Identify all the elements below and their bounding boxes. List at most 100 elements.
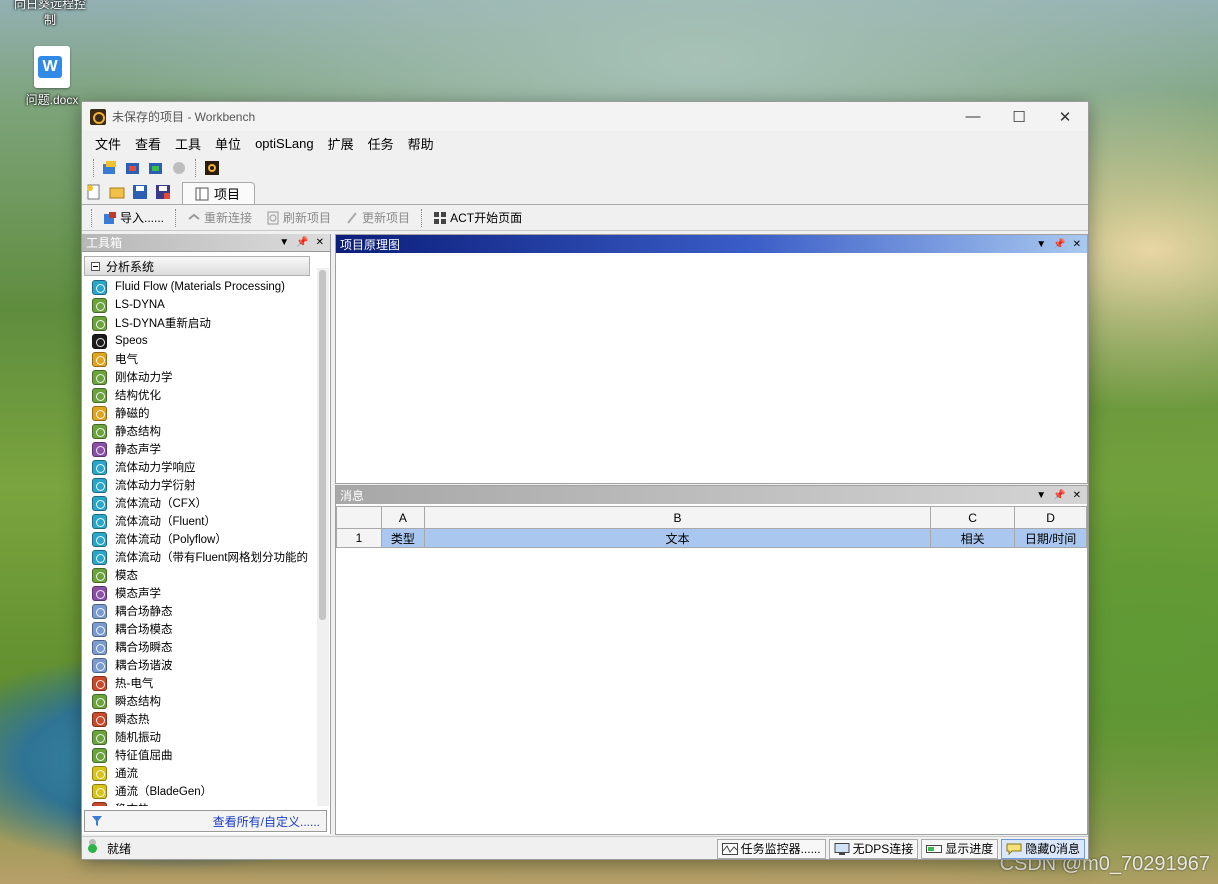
dropdown-arrow-icon[interactable]: ▼: [1036, 490, 1046, 501]
hide-messages-button[interactable]: 隐藏0消息: [1001, 838, 1085, 859]
act-icon[interactable]: [202, 158, 222, 178]
close-icon[interactable]: ✕: [1073, 239, 1081, 250]
toolbox-item[interactable]: Speos: [82, 332, 317, 350]
analysis-system-icon: [92, 315, 107, 331]
job-monitor-button[interactable]: 任务监控器......: [716, 838, 826, 859]
toolbox-item[interactable]: 随机振动: [82, 728, 317, 746]
toolbox-item[interactable]: 流体动力学衍射: [82, 476, 317, 494]
toolbox-item[interactable]: 通流: [82, 764, 317, 782]
schematic-header: 项目原理图 ▼ 📌 ✕: [336, 235, 1087, 253]
menu-file[interactable]: 文件: [88, 134, 128, 153]
dropdown-arrow-icon[interactable]: ▼: [1036, 239, 1046, 250]
column-header-d[interactable]: D: [1014, 506, 1087, 529]
title-bar[interactable]: 未保存的项目 - Workbench — ☐ ✕: [82, 102, 1088, 131]
disconnect-icon[interactable]: [169, 158, 189, 178]
toolbox-item[interactable]: 耦合场谐波: [82, 656, 317, 674]
messages-table: A B C D 1 类型 文本 相关 日期/时间: [336, 506, 1087, 548]
tab-project-label: 项目: [214, 187, 241, 202]
menu-help[interactable]: 帮助: [401, 134, 441, 153]
toolbox-item[interactable]: 耦合场模态: [82, 620, 317, 638]
close-button[interactable]: ✕: [1042, 102, 1088, 131]
toolbox-item[interactable]: 静磁的: [82, 404, 317, 422]
toolbox-item-label: 结构优化: [115, 390, 161, 402]
dps-connection-button[interactable]: 无DPS连接: [828, 838, 919, 859]
pin-icon[interactable]: 📌: [1053, 239, 1065, 250]
pin-icon[interactable]: 📌: [296, 237, 308, 248]
toolbox-item[interactable]: 流体动力学响应: [82, 458, 317, 476]
toolbox-item[interactable]: 流体流动（带有Fluent网格划分功能的: [82, 548, 317, 566]
minimize-button[interactable]: —: [950, 102, 996, 131]
toolbox-item[interactable]: 流体流动（Polyflow）: [82, 530, 317, 548]
tab-project[interactable]: 项目: [182, 182, 256, 204]
status-bar: 就绪 任务监控器...... 无DPS连接 显示进度 隐藏0消息: [82, 836, 1088, 860]
open-folder-icon[interactable]: [107, 182, 127, 202]
toolbox-item[interactable]: 模态声学: [82, 584, 317, 602]
toolbox-item[interactable]: 耦合场瞬态: [82, 638, 317, 656]
toolbox-item[interactable]: LS-DYNA: [82, 296, 317, 314]
analysis-system-icon: [92, 801, 107, 806]
column-header-a[interactable]: A: [380, 506, 425, 529]
analysis-systems-group[interactable]: 分析系统: [84, 256, 310, 276]
toolbox-item[interactable]: 瞬态结构: [82, 692, 317, 710]
toolbox-item[interactable]: 通流（BladeGen）: [82, 782, 317, 800]
menu-units[interactable]: 单位: [208, 134, 248, 153]
maximize-button[interactable]: ☐: [996, 102, 1042, 131]
update-project-button[interactable]: 更新项目: [339, 207, 416, 229]
save-as-icon[interactable]: [153, 182, 173, 202]
toolbox-item[interactable]: 刚体动力学: [82, 368, 317, 386]
cell-association[interactable]: 相关: [930, 528, 1016, 548]
view-all-customize-link[interactable]: 查看所有/自定义......: [213, 813, 320, 830]
save-icon[interactable]: [130, 182, 150, 202]
main-toolbar: [82, 155, 1088, 181]
reconnect-button[interactable]: 重新连接: [181, 207, 258, 229]
desktop-icon-docx[interactable]: W 问题.docx: [10, 46, 94, 108]
toolbox-scrollbar[interactable]: [317, 268, 329, 806]
toolbox-item[interactable]: 流体流动（CFX）: [82, 494, 317, 512]
toolbox-item[interactable]: 电气: [82, 350, 317, 368]
show-progress-button[interactable]: 显示进度: [921, 838, 999, 859]
toolbox-item[interactable]: 静态声学: [82, 440, 317, 458]
analysis-system-icon: [92, 657, 107, 673]
toolbox-item[interactable]: Fluid Flow (Materials Processing): [82, 278, 317, 296]
toolbox-item[interactable]: 瞬态热: [82, 710, 317, 728]
column-header-c[interactable]: C: [930, 506, 1016, 529]
menu-view[interactable]: 查看: [128, 134, 168, 153]
import-button[interactable]: 导入......: [97, 207, 170, 229]
analysis-system-icon: [92, 369, 107, 385]
toolbox-item-label: 耦合场瞬态: [115, 642, 173, 654]
project-schematic-panel[interactable]: 项目原理图 ▼ 📌 ✕: [335, 234, 1088, 484]
menu-optislang[interactable]: optiSLang: [248, 136, 321, 151]
cell-type[interactable]: 类型: [380, 528, 425, 548]
upload-icon[interactable]: [123, 158, 143, 178]
menu-extensions[interactable]: 扩展: [321, 134, 361, 153]
close-icon[interactable]: ✕: [316, 237, 324, 248]
act-start-page-button[interactable]: ACT开始页面: [427, 207, 528, 229]
menu-jobs[interactable]: 任务: [361, 134, 401, 153]
new-project-icon[interactable]: [84, 182, 104, 202]
desktop-icon-label: 向日葵远程控制: [13, 0, 86, 27]
toolbox-item[interactable]: 模态: [82, 566, 317, 584]
toolbox-item[interactable]: 静态结构: [82, 422, 317, 440]
cell-datetime[interactable]: 日期/时间: [1014, 528, 1087, 548]
scroll-thumb[interactable]: [319, 270, 326, 620]
toolbox-item[interactable]: 热-电气: [82, 674, 317, 692]
toolbox-item[interactable]: 结构优化: [82, 386, 317, 404]
table-row[interactable]: 1 类型 文本 相关 日期/时间: [336, 528, 1087, 548]
menu-tools[interactable]: 工具: [168, 134, 208, 153]
pin-icon[interactable]: 📌: [1053, 490, 1065, 501]
toolbox-item[interactable]: 特征值屈曲: [82, 746, 317, 764]
toolbox-item[interactable]: 耦合场静态: [82, 602, 317, 620]
download-icon[interactable]: [146, 158, 166, 178]
desktop-icon-sunlogin[interactable]: 向日葵远程控制: [10, 0, 94, 28]
cell-text[interactable]: 文本: [423, 528, 932, 548]
toolbox-item-label: 流体流动（Polyflow）: [115, 534, 227, 546]
refresh-project-button[interactable]: 刷新项目: [260, 207, 337, 229]
dropdown-arrow-icon[interactable]: ▼: [279, 237, 289, 248]
import-project-icon[interactable]: [100, 158, 120, 178]
toolbox-item[interactable]: 稳态热: [82, 800, 317, 806]
analysis-system-icon: [92, 729, 107, 745]
column-header-b[interactable]: B: [423, 506, 932, 529]
toolbox-item[interactable]: LS-DYNA重新启动: [82, 314, 317, 332]
toolbox-item[interactable]: 流体流动（Fluent）: [82, 512, 317, 530]
close-icon[interactable]: ✕: [1073, 490, 1081, 501]
